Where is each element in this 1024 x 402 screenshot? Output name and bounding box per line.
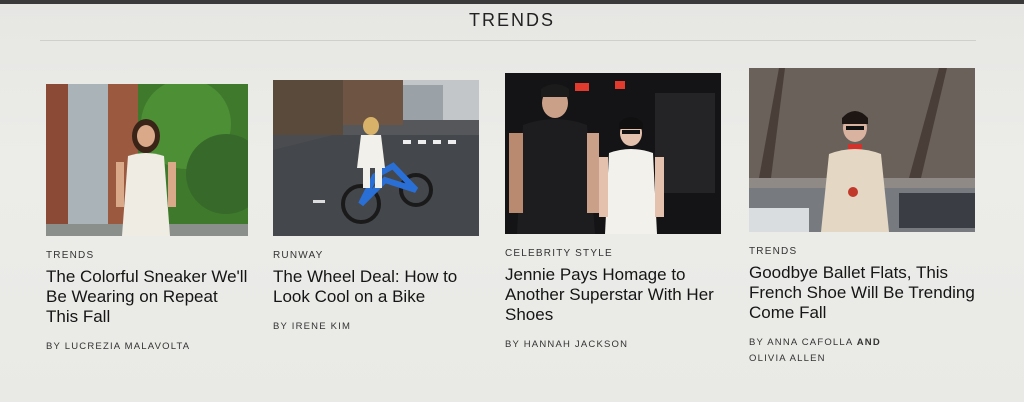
article-byline-3[interactable]: BY HANNAH JACKSON <box>505 337 721 353</box>
monitor-bezel <box>0 0 1024 4</box>
article-byline-1[interactable]: BY LUCREZIA MALAVOLTA <box>46 339 248 355</box>
article-category-2[interactable]: RUNWAY <box>273 250 479 261</box>
article-card-2[interactable]: RUNWAY The Wheel Deal: How to Look Cool … <box>273 80 479 335</box>
article-category-1[interactable]: TRENDS <box>46 250 248 261</box>
article-category-4[interactable]: TRENDS <box>749 246 975 257</box>
article-headline-2[interactable]: The Wheel Deal: How to Look Cool on a Bi… <box>273 267 479 307</box>
article-headline-1[interactable]: The Colorful Sneaker We'll Be Wearing on… <box>46 267 248 327</box>
article-category-3[interactable]: CELEBRITY STYLE <box>505 248 721 259</box>
article-headline-3[interactable]: Jennie Pays Homage to Another Superstar … <box>505 265 721 325</box>
article-card-1[interactable]: TRENDS The Colorful Sneaker We'll Be Wea… <box>46 84 248 355</box>
article-byline-4[interactable]: BY ANNA CAFOLLA AND OLIVIA ALLEN <box>749 335 975 367</box>
article-image-3[interactable] <box>505 73 721 234</box>
article-headline-4[interactable]: Goodbye Ballet Flats, This French Shoe W… <box>749 263 975 323</box>
article-image-2[interactable] <box>273 80 479 236</box>
article-card-3[interactable]: CELEBRITY STYLE Jennie Pays Homage to An… <box>505 73 721 353</box>
byline-author-2[interactable]: OLIVIA ALLEN <box>749 353 826 364</box>
article-image-1[interactable] <box>46 84 248 236</box>
article-byline-2[interactable]: BY IRENE KIM <box>273 319 479 335</box>
byline-author-1[interactable]: BY ANNA CAFOLLA <box>749 337 853 348</box>
article-card-4[interactable]: TRENDS Goodbye Ballet Flats, This French… <box>749 68 975 367</box>
section-title: TRENDS <box>468 10 555 30</box>
byline-conjunction: AND <box>856 337 881 348</box>
section-divider <box>40 40 976 41</box>
article-image-4[interactable] <box>749 68 975 232</box>
